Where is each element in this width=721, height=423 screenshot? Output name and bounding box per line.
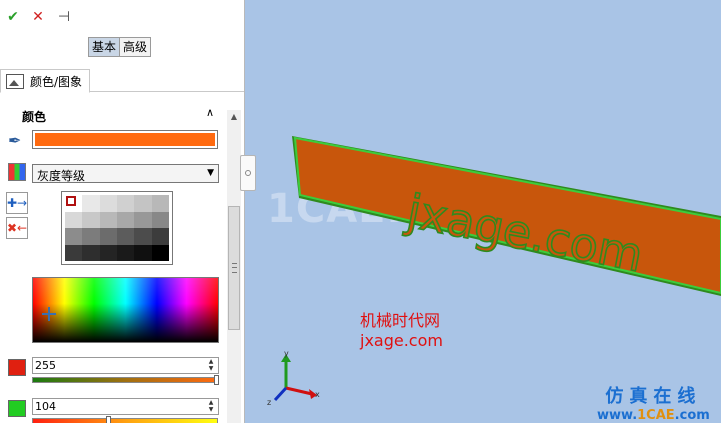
coordinate-triad: y x z (267, 349, 320, 407)
color-section-title: 颜色 (22, 110, 47, 124)
red-value-input[interactable]: 255 ▲ ▼ (32, 357, 219, 374)
grayscale-swatch[interactable] (117, 211, 135, 228)
footer-logo-url: www.1CAE.com (597, 408, 710, 423)
ok-check-icon[interactable]: ✔ (4, 8, 22, 26)
footer-url-prefix: www. (597, 408, 638, 423)
color-property-panel: ✔ ✕ ⊣ 基本 高级 颜色/图象 颜色 ∧ ✒ 灰度等级 ▼ ✚→ ✖← 25… (0, 0, 245, 423)
grayscale-swatch[interactable] (99, 228, 117, 245)
eyedropper-icon[interactable]: ✒ (8, 131, 21, 150)
tab-color-image[interactable]: 颜色/图象 (0, 69, 90, 93)
red-value: 255 (35, 359, 56, 372)
grip-icon (232, 263, 237, 273)
source-label-cn: 机械时代网 (360, 311, 441, 330)
grayscale-swatch[interactable] (82, 195, 100, 212)
grayscale-swatch[interactable] (82, 244, 100, 261)
grayscale-swatch[interactable] (99, 211, 117, 228)
green-value: 104 (35, 400, 56, 413)
grayscale-swatch[interactable] (65, 244, 83, 261)
collapse-chevron-up-icon[interactable]: ∧ (206, 106, 214, 119)
grayscale-swatch[interactable] (65, 211, 83, 228)
grayscale-cells (65, 195, 169, 261)
green-slider-handle[interactable] (106, 416, 112, 423)
grayscale-swatch[interactable] (99, 244, 117, 261)
grayscale-swatch[interactable] (134, 228, 152, 245)
graphics-viewport[interactable]: 1CAE.COM jxage.com y x z 机械时代网 jxage.com… (245, 0, 721, 423)
cancel-x-icon[interactable]: ✕ (29, 8, 47, 26)
add-color-button[interactable]: ✚→ (6, 192, 28, 214)
panel-splitter-handle[interactable] (240, 155, 256, 191)
property-tabbar: 颜色/图象 (0, 69, 244, 93)
red-slider-handle[interactable] (214, 375, 219, 385)
grayscale-swatch[interactable] (117, 228, 135, 245)
grayscale-palette-grid[interactable] (61, 191, 173, 265)
footer-url-suffix: .com (674, 408, 710, 423)
current-color-swatch[interactable] (32, 130, 218, 149)
palette-select[interactable]: 灰度等级 ▼ (32, 164, 219, 183)
palette-select-value: 灰度等级 (37, 169, 86, 183)
color-spectrum-picker[interactable] (32, 277, 219, 343)
footer-logo: 仿真在线 www.1CAE.com (597, 382, 710, 423)
grayscale-swatch[interactable] (117, 195, 135, 212)
grayscale-swatch[interactable] (134, 244, 152, 261)
remove-color-button[interactable]: ✖← (6, 217, 28, 239)
grayscale-swatch[interactable] (82, 228, 100, 245)
grayscale-swatch[interactable] (134, 211, 152, 228)
model-canvas: jxage.com y x z (267, 136, 721, 407)
pin-icon[interactable]: ⊣ (55, 8, 73, 26)
source-label: 机械时代网 jxage.com (360, 311, 443, 351)
grayscale-swatch[interactable] (151, 195, 169, 212)
source-label-url: jxage.com (360, 331, 443, 350)
grayscale-swatch[interactable] (151, 211, 169, 228)
grayscale-swatch[interactable] (151, 228, 169, 245)
scroll-up-arrow-icon[interactable]: ▲ (227, 110, 241, 124)
tab-color-image-label: 颜色/图象 (30, 74, 83, 89)
chevron-down-icon: ▼ (207, 168, 214, 178)
triad-z-label: z (267, 398, 271, 407)
palette-icon (8, 163, 26, 181)
mode-toggle: 基本 高级 (88, 37, 152, 57)
red-slider[interactable] (32, 375, 219, 385)
green-slider[interactable] (32, 416, 218, 423)
footer-url-brand: 1CAE (637, 408, 675, 423)
crosshair-icon (42, 307, 56, 321)
scrollbar-thumb[interactable] (228, 206, 240, 330)
image-icon (6, 73, 24, 89)
grayscale-swatch[interactable] (82, 211, 100, 228)
current-color-fill (35, 133, 215, 146)
green-spinner[interactable]: ▲ ▼ (205, 399, 217, 414)
red-spinner[interactable]: ▲ ▼ (205, 358, 217, 373)
green-value-input[interactable]: 104 ▲ ▼ (32, 398, 219, 415)
green-channel-swatch (8, 400, 26, 417)
grayscale-swatch[interactable] (65, 228, 83, 245)
triad-y-label: y (284, 349, 289, 358)
red-channel-swatch (8, 359, 26, 376)
footer-logo-cn: 仿真在线 (605, 386, 702, 407)
grayscale-swatch[interactable] (134, 195, 152, 212)
grayscale-swatch[interactable] (151, 244, 169, 261)
selected-swatch-marker (66, 196, 76, 206)
grayscale-swatch[interactable] (117, 244, 135, 261)
basic-mode-button[interactable]: 基本 (89, 38, 121, 56)
grayscale-swatch[interactable] (99, 195, 117, 212)
panel-scrollbar[interactable]: ▲ (227, 110, 241, 423)
advanced-mode-button[interactable]: 高级 (120, 38, 151, 56)
triad-x-label: x (315, 390, 320, 399)
